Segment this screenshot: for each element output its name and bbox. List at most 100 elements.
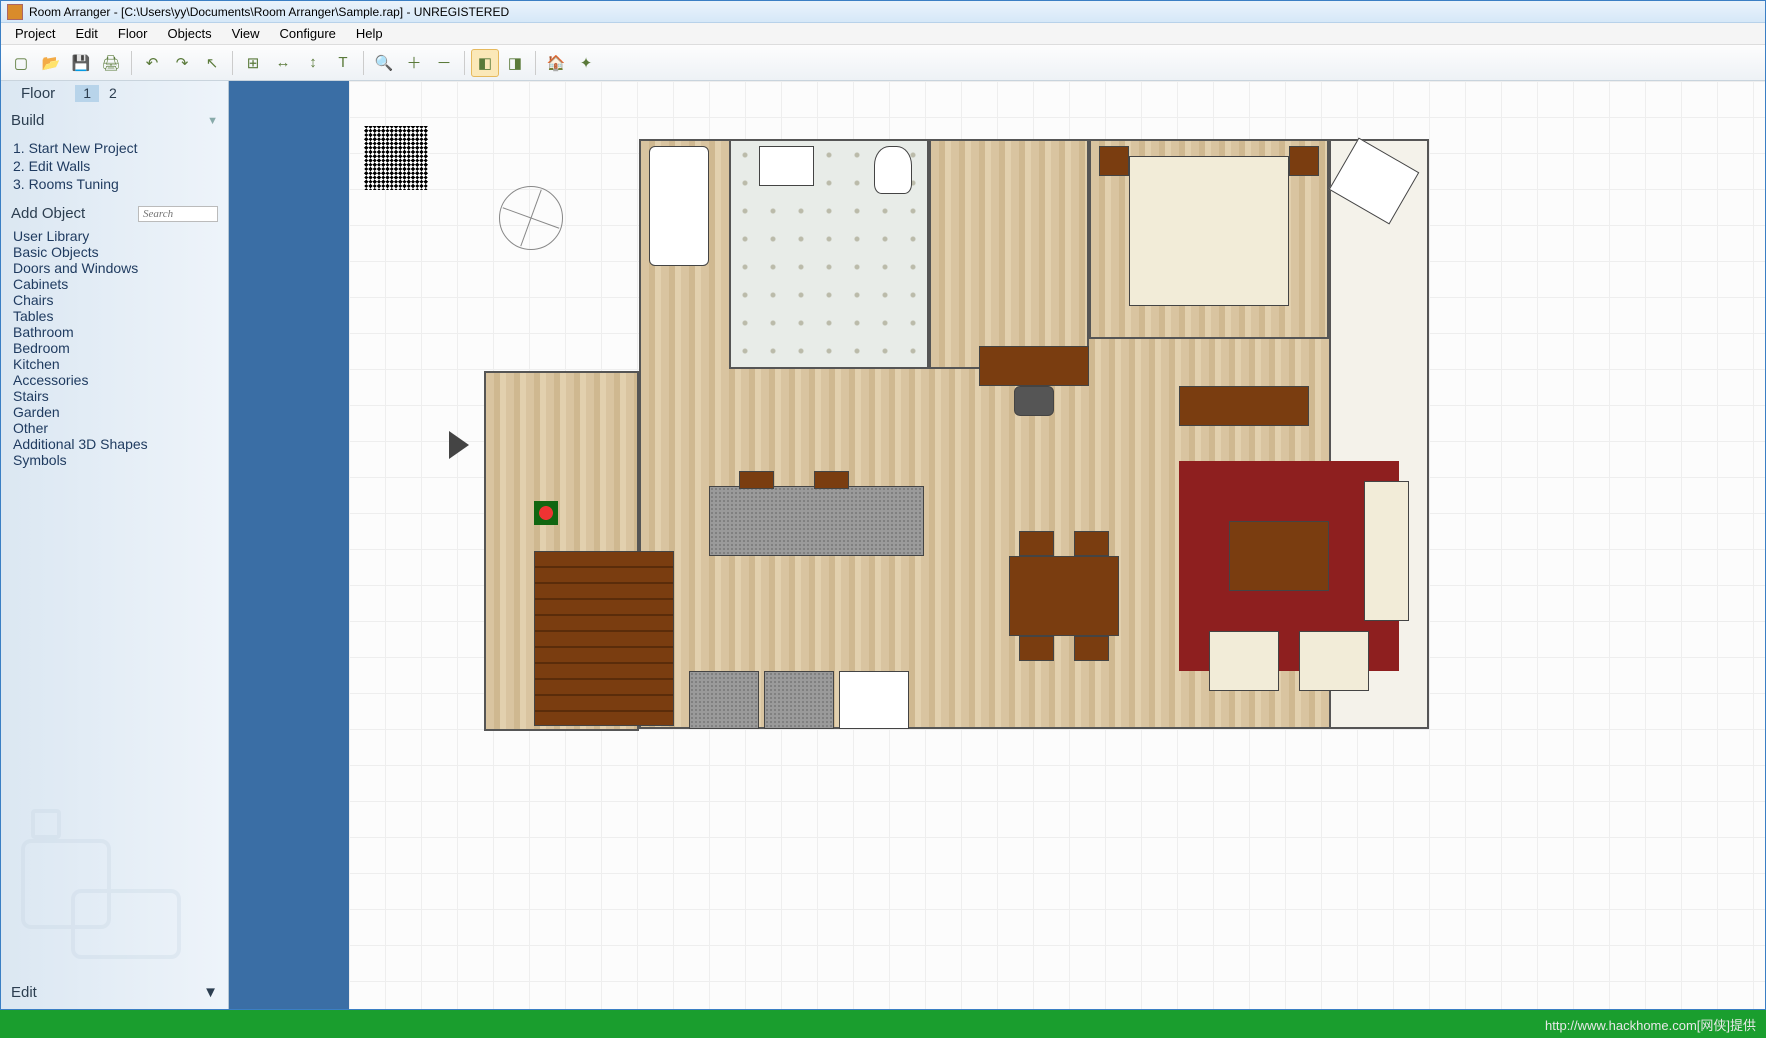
home-icon: 🏠 bbox=[547, 54, 566, 72]
zoom-fit-icon: 🔍 bbox=[375, 54, 394, 72]
dining-chair[interactable] bbox=[1019, 636, 1054, 661]
undo-icon: ↶ bbox=[146, 54, 159, 72]
sidebar: Floor 1 2 Build ▼ 1. Start New Project2.… bbox=[1, 81, 229, 1009]
walls-button[interactable]: ⊞ bbox=[239, 49, 267, 77]
save-button[interactable]: 💾 bbox=[67, 49, 95, 77]
qr-code bbox=[364, 126, 428, 190]
menu-help[interactable]: Help bbox=[346, 24, 393, 43]
toolbar: ▢ 📂 💾 🖨 ↶ ↷↖ ⊞ ↔ ↕ T 🔍 ＋ － ◧ ◨ 🏠 ✦ bbox=[1, 45, 1765, 81]
build-item-1[interactable]: 2. Edit Walls bbox=[13, 157, 216, 175]
new-button[interactable]: ▢ bbox=[7, 49, 35, 77]
search-input[interactable] bbox=[138, 206, 218, 222]
text-icon: T bbox=[338, 54, 347, 71]
ruler-gutter bbox=[229, 81, 349, 1009]
select-button[interactable]: ↖ bbox=[198, 49, 226, 77]
sink[interactable] bbox=[759, 146, 814, 186]
zoom-fit-button[interactable]: 🔍 bbox=[370, 49, 398, 77]
build-item-2[interactable]: 3. Rooms Tuning bbox=[13, 175, 216, 193]
open-button[interactable]: 📂 bbox=[37, 49, 65, 77]
measure-icon: ↔ bbox=[276, 54, 291, 71]
print-button[interactable]: 🖨 bbox=[97, 49, 125, 77]
dining-chair[interactable] bbox=[1019, 531, 1054, 556]
redo-button[interactable]: ↷ bbox=[168, 49, 196, 77]
plant[interactable] bbox=[534, 501, 558, 525]
floor-tab-1[interactable]: 1 bbox=[75, 85, 99, 102]
menu-floor[interactable]: Floor bbox=[108, 24, 158, 43]
dining-chair[interactable] bbox=[1074, 531, 1109, 556]
nightstand[interactable] bbox=[1289, 146, 1319, 176]
room-hall[interactable] bbox=[929, 139, 1089, 369]
edit-header[interactable]: Edit ▼ bbox=[1, 976, 228, 1009]
measure-button[interactable]: ↔ bbox=[269, 49, 297, 77]
menu-edit[interactable]: Edit bbox=[65, 24, 107, 43]
stairs[interactable] bbox=[534, 551, 674, 726]
chevron-down-icon: ▼ bbox=[207, 115, 218, 127]
bed[interactable] bbox=[1129, 156, 1289, 306]
stool[interactable] bbox=[739, 471, 774, 489]
object-category-bedroom[interactable]: Bedroom bbox=[13, 340, 216, 356]
tv-stand[interactable] bbox=[1179, 386, 1309, 426]
zoom-out-button[interactable]: － bbox=[430, 49, 458, 77]
expand-arrow-icon[interactable] bbox=[449, 431, 469, 459]
open-icon: 📂 bbox=[42, 54, 61, 72]
desk[interactable] bbox=[979, 346, 1089, 386]
cursor-anim-icon: ✦ bbox=[580, 54, 593, 72]
object-category-doors-and-windows[interactable]: Doors and Windows bbox=[13, 260, 216, 276]
add-object-header[interactable]: Add Object bbox=[1, 201, 228, 226]
cursor-anim-button[interactable]: ✦ bbox=[572, 49, 600, 77]
compass-icon bbox=[499, 186, 563, 250]
build-item-0[interactable]: 1. Start New Project bbox=[13, 139, 216, 157]
text-button[interactable]: T bbox=[329, 49, 357, 77]
chair[interactable] bbox=[1014, 386, 1054, 416]
object-category-kitchen[interactable]: Kitchen bbox=[13, 356, 216, 372]
floor-plan[interactable] bbox=[419, 131, 1429, 781]
menu-configure[interactable]: Configure bbox=[270, 24, 346, 43]
coffee-table[interactable] bbox=[1229, 521, 1329, 591]
armchair[interactable] bbox=[1299, 631, 1369, 691]
save-icon: 💾 bbox=[72, 54, 91, 72]
object-category-additional-3d-shapes[interactable]: Additional 3D Shapes bbox=[13, 436, 216, 452]
home-button[interactable]: 🏠 bbox=[542, 49, 570, 77]
object-category-chairs[interactable]: Chairs bbox=[13, 292, 216, 308]
object-category-list: User LibraryBasic ObjectsDoors and Windo… bbox=[1, 226, 228, 470]
object-category-symbols[interactable]: Symbols bbox=[13, 452, 216, 468]
kitchen-island[interactable] bbox=[709, 486, 924, 556]
nightstand[interactable] bbox=[1099, 146, 1129, 176]
view3d-icon: ◧ bbox=[478, 54, 492, 72]
object-category-other[interactable]: Other bbox=[13, 420, 216, 436]
menu-view[interactable]: View bbox=[222, 24, 270, 43]
undo-button[interactable]: ↶ bbox=[138, 49, 166, 77]
bathtub[interactable] bbox=[649, 146, 709, 266]
zoom-out-icon: － bbox=[436, 52, 451, 73]
object-category-cabinets[interactable]: Cabinets bbox=[13, 276, 216, 292]
appliance[interactable] bbox=[764, 671, 834, 729]
dimension-button[interactable]: ↕ bbox=[299, 49, 327, 77]
sofa[interactable] bbox=[1364, 481, 1409, 621]
object-category-accessories[interactable]: Accessories bbox=[13, 372, 216, 388]
object-category-basic-objects[interactable]: Basic Objects bbox=[13, 244, 216, 260]
appliance[interactable] bbox=[839, 671, 909, 729]
view3d-walk-button[interactable]: ◨ bbox=[501, 49, 529, 77]
build-header[interactable]: Build ▼ bbox=[1, 106, 228, 135]
object-category-stairs[interactable]: Stairs bbox=[13, 388, 216, 404]
object-category-garden[interactable]: Garden bbox=[13, 404, 216, 420]
object-category-user-library[interactable]: User Library bbox=[13, 228, 216, 244]
floor-tabs: Floor 1 2 bbox=[1, 81, 228, 106]
menu-project[interactable]: Project bbox=[5, 24, 65, 43]
object-category-bathroom[interactable]: Bathroom bbox=[13, 324, 216, 340]
menu-objects[interactable]: Objects bbox=[158, 24, 222, 43]
appliance[interactable] bbox=[689, 671, 759, 729]
dining-chair[interactable] bbox=[1074, 636, 1109, 661]
floor-tab-2[interactable]: 2 bbox=[101, 85, 125, 102]
object-category-tables[interactable]: Tables bbox=[13, 308, 216, 324]
menu-bar: ProjectEditFloorObjectsViewConfigureHelp bbox=[1, 23, 1765, 45]
stool[interactable] bbox=[814, 471, 849, 489]
floorplan-canvas[interactable] bbox=[349, 81, 1765, 1009]
dining-table[interactable] bbox=[1009, 556, 1119, 636]
app-icon bbox=[7, 4, 23, 20]
window-title: Room Arranger - [C:\Users\yy\Documents\R… bbox=[29, 5, 509, 19]
zoom-in-button[interactable]: ＋ bbox=[400, 49, 428, 77]
toilet[interactable] bbox=[874, 146, 912, 194]
view3d-button[interactable]: ◧ bbox=[471, 49, 499, 77]
armchair[interactable] bbox=[1209, 631, 1279, 691]
